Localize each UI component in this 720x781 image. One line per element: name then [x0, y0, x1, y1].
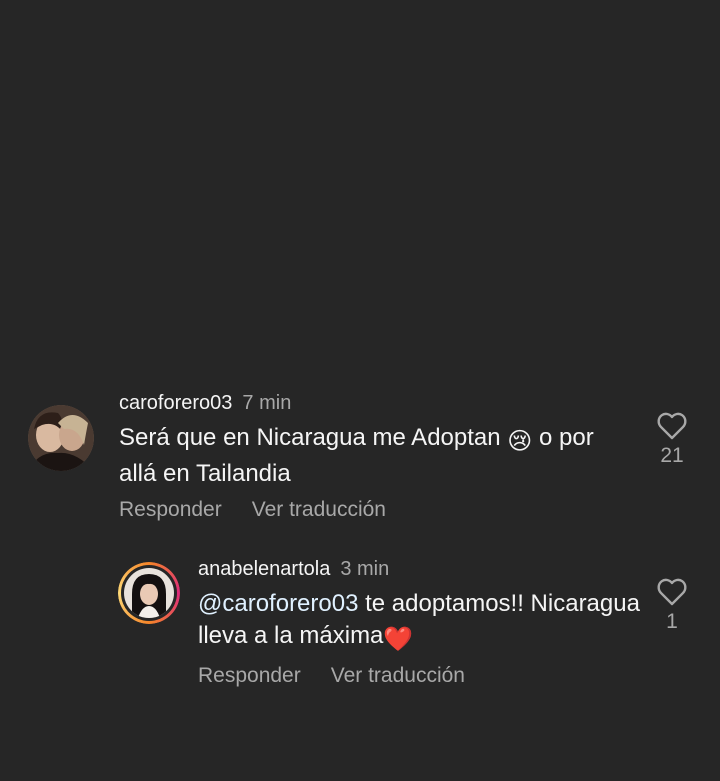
comment-meta: caroforero03 7 min — [119, 390, 692, 416]
crying-face-icon: 😢 — [507, 428, 533, 455]
comment-meta: anabelenartola 3 min — [198, 556, 692, 582]
username[interactable]: caroforero03 — [119, 392, 232, 414]
see-translation-button[interactable]: Ver traducción — [331, 664, 465, 687]
reply-button[interactable]: Responder — [198, 664, 301, 687]
avatar-inner — [121, 565, 177, 621]
comment-text-part: Será que en Nicaragua me Adoptan — [119, 424, 501, 451]
comment-body: caroforero03 7 min Será que en Nicaragua … — [119, 390, 692, 522]
avatar-photo-icon — [124, 568, 174, 618]
reply-item: anabelenartola 3 min @caroforero03 te ado… — [118, 556, 692, 688]
comment-text: Será que en Nicaragua me Adoptan 😢 o por… — [119, 422, 599, 490]
username[interactable]: anabelenartola — [198, 558, 330, 580]
heart-outline-icon[interactable] — [657, 412, 687, 440]
avatar[interactable] — [28, 405, 94, 471]
like-count: 1 — [666, 610, 678, 633]
timestamp: 3 min — [340, 558, 390, 580]
comment-actions: Responder Ver traducción — [119, 498, 692, 522]
like-control: 1 — [652, 578, 692, 634]
comments-screen: caroforero03 7 min Será que en Nicaragua … — [0, 0, 720, 781]
comment-text: @caroforero03 te adoptamos!! Nicaragua l… — [198, 588, 678, 656]
reply-button[interactable]: Responder — [119, 498, 222, 521]
comment-item: caroforero03 7 min Será que en Nicaragua … — [28, 390, 692, 522]
comment-body: anabelenartola 3 min @caroforero03 te ado… — [198, 556, 692, 688]
like-control: 21 — [652, 412, 692, 468]
avatar[interactable] — [118, 562, 180, 624]
avatar-photo-icon — [28, 405, 94, 471]
story-ring — [118, 562, 180, 624]
red-heart-icon: ❤️ — [383, 626, 414, 653]
heart-outline-icon[interactable] — [657, 578, 687, 606]
mention-link[interactable]: @caroforero03 — [198, 590, 358, 617]
like-count: 21 — [660, 444, 684, 467]
timestamp: 7 min — [242, 392, 292, 414]
see-translation-button[interactable]: Ver traducción — [252, 498, 386, 521]
comment-actions: Responder Ver traducción — [198, 664, 692, 688]
